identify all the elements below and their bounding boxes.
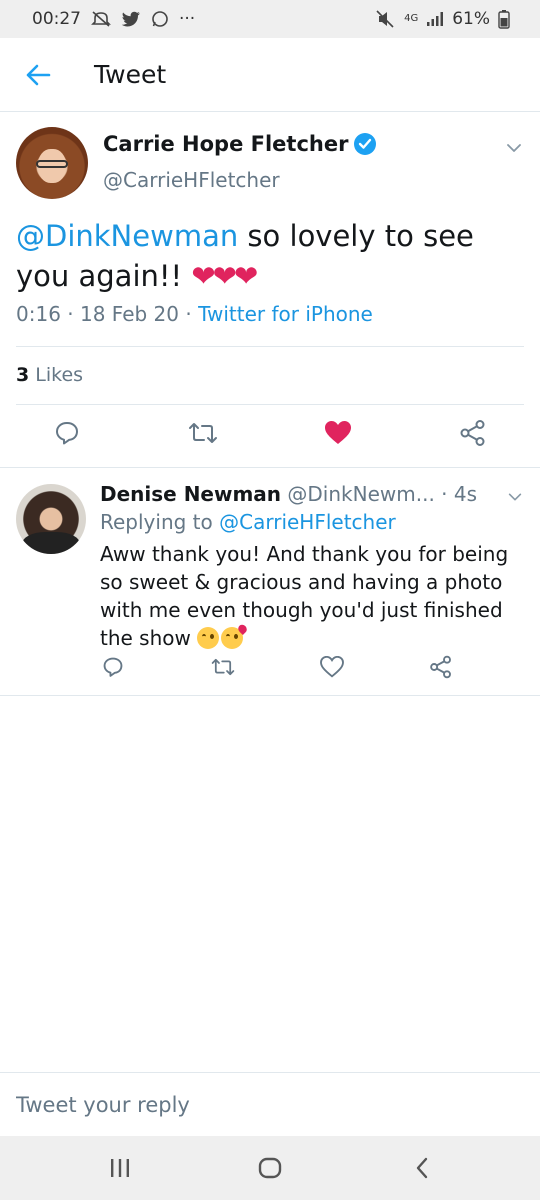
system-nav-bar xyxy=(0,1136,540,1200)
tweet-timestamp: 0:16 · 18 Feb 20 · xyxy=(16,302,199,326)
battery-percent: 61% xyxy=(452,9,490,29)
status-bar: 00:27 ··· 4G 61% xyxy=(0,0,540,38)
author-name-row[interactable]: Carrie Hope Fletcher xyxy=(103,132,377,156)
battery-icon xyxy=(498,9,510,29)
reply-actions xyxy=(0,652,540,686)
mute-notification-icon xyxy=(91,10,111,28)
reply-button[interactable] xyxy=(52,418,82,448)
heart-icon xyxy=(325,421,351,444)
tweet-source-link[interactable]: Twitter for iPhone xyxy=(198,302,373,326)
heart-icon xyxy=(320,656,344,678)
back-nav-icon xyxy=(416,1157,428,1179)
hearts-emoji: ❤❤❤ xyxy=(191,259,258,293)
main-tweet: Carrie Hope Fletcher @CarrieHFletcher @D… xyxy=(0,112,540,446)
back-button[interactable] xyxy=(20,57,56,93)
share-icon xyxy=(430,655,451,679)
back-arrow-icon xyxy=(26,64,51,85)
reply-icon xyxy=(103,657,123,677)
chevron-down-icon[interactable] xyxy=(506,488,524,506)
avatar-glasses xyxy=(36,160,68,168)
share-icon xyxy=(460,420,485,446)
share-button[interactable] xyxy=(458,418,488,448)
kiss-emoji-icon xyxy=(221,627,244,649)
author-handle[interactable]: @CarrieHFletcher xyxy=(103,168,280,192)
verified-icon xyxy=(354,133,377,155)
like-button[interactable] xyxy=(323,418,353,448)
likes-count[interactable]: 3 Likes xyxy=(16,364,83,386)
reply-age: · 4s xyxy=(434,482,478,506)
avatar-body xyxy=(22,532,80,554)
back-nav-button[interactable] xyxy=(406,1152,438,1184)
tweet-author: Carrie Hope Fletcher @CarrieHFletcher xyxy=(0,112,540,202)
reply-body: Aww thank you! And thank you for being s… xyxy=(100,542,509,650)
tweet-actions xyxy=(0,418,540,458)
tweet-meta: 0:16 · 18 Feb 20 · Twitter for iPhone xyxy=(16,302,373,326)
author-name: Carrie Hope Fletcher xyxy=(103,132,349,156)
tweet-text: @DinkNewman so lovely to see you again!!… xyxy=(16,216,526,296)
reply-icon xyxy=(56,422,78,445)
reply-author: Denise Newman @DinkNewm... · 4s xyxy=(100,482,530,506)
like-button[interactable] xyxy=(317,652,347,682)
whatsapp-notification-icon xyxy=(151,10,169,28)
network-type: 4G xyxy=(404,13,419,24)
reply-tweet[interactable]: Denise Newman @DinkNewm... · 4s Replying… xyxy=(0,468,540,696)
replying-to: Replying to @CarrieHFletcher xyxy=(100,510,396,534)
reply-button[interactable] xyxy=(98,652,128,682)
recents-icon xyxy=(111,1159,129,1177)
mute-icon xyxy=(376,10,396,28)
replying-prefix: Replying to xyxy=(100,510,220,534)
retweet-icon xyxy=(211,658,235,676)
reply-composer xyxy=(0,1072,540,1136)
home-icon xyxy=(258,1157,282,1179)
chevron-down-icon[interactable] xyxy=(504,138,524,158)
likes-number: 3 xyxy=(16,364,30,386)
reply-author-handle[interactable]: @DinkNewm... xyxy=(287,482,434,506)
reply-text: Aww thank you! And thank you for being s… xyxy=(100,540,520,652)
retweet-button[interactable] xyxy=(208,652,238,682)
mention-link[interactable]: @DinkNewman xyxy=(16,219,238,253)
top-app-bar: Tweet xyxy=(0,38,540,112)
retweet-button[interactable] xyxy=(188,418,218,448)
smiling-emoji-icon xyxy=(197,627,220,649)
divider xyxy=(16,346,524,347)
reply-author-name[interactable]: Denise Newman xyxy=(100,482,281,506)
avatar[interactable] xyxy=(16,127,88,199)
page-title: Tweet xyxy=(94,60,167,89)
reply-input[interactable] xyxy=(16,1092,506,1117)
likes-label: Likes xyxy=(29,364,84,386)
share-button[interactable] xyxy=(426,652,456,682)
recents-button[interactable] xyxy=(104,1152,136,1184)
twitter-notification-icon xyxy=(121,11,141,27)
replying-to-link[interactable]: @CarrieHFletcher xyxy=(219,510,396,534)
more-notifications-icon: ··· xyxy=(179,9,196,29)
home-button[interactable] xyxy=(254,1152,286,1184)
divider xyxy=(16,404,524,405)
retweet-icon xyxy=(189,423,217,443)
status-time: 00:27 xyxy=(32,9,81,29)
avatar[interactable] xyxy=(16,484,86,554)
signal-icon xyxy=(426,11,444,27)
